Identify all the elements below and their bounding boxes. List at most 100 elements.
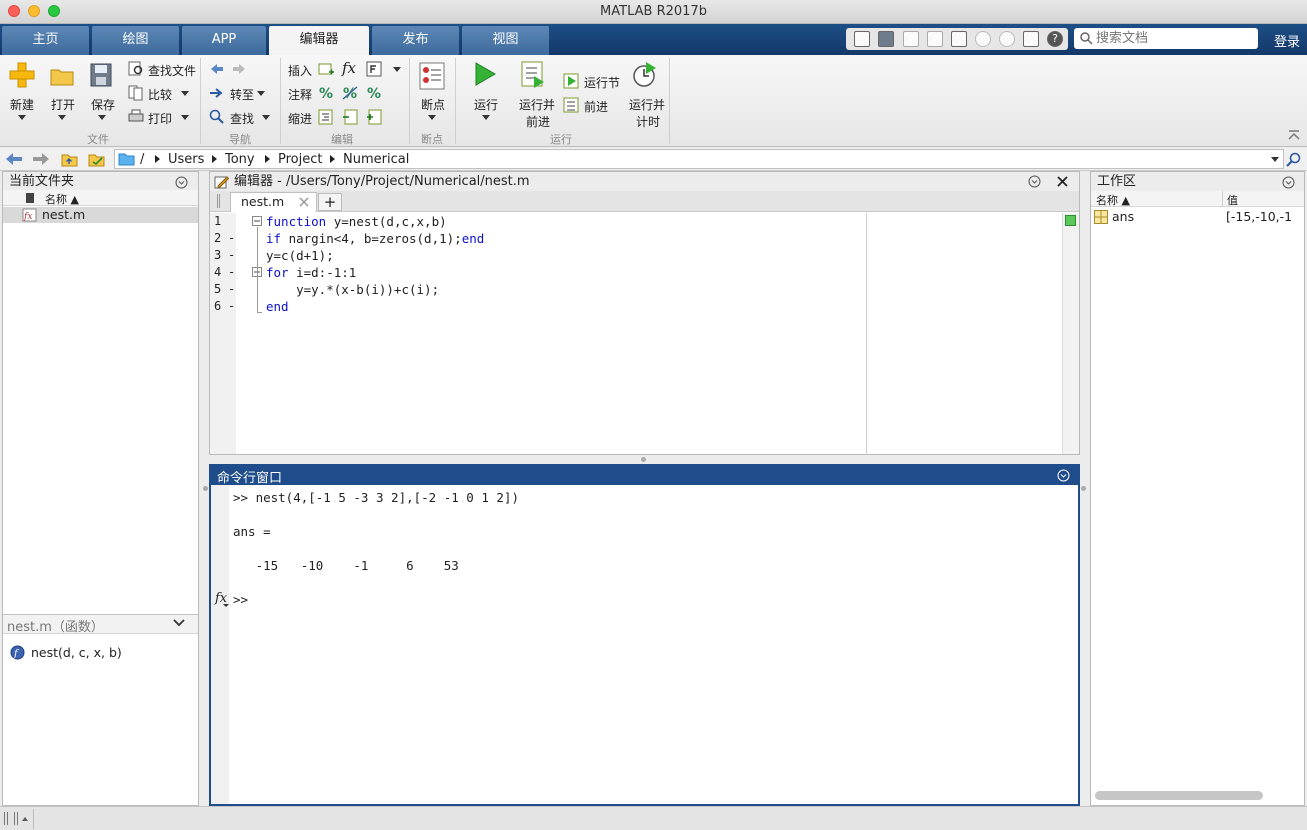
code-line[interactable]: y=c(d+1); bbox=[266, 248, 334, 263]
breakpoint-marker[interactable]: - bbox=[228, 248, 235, 262]
chevron-down-icon[interactable] bbox=[18, 115, 26, 120]
breakpoint-marker[interactable]: - bbox=[228, 265, 235, 279]
compare-button[interactable]: 比较 bbox=[148, 86, 172, 103]
code-line[interactable]: if nargin<4, b=zeros(d,1);end bbox=[266, 231, 484, 246]
splitter-handle-icon[interactable] bbox=[1081, 486, 1086, 491]
run-button[interactable]: 运行 bbox=[474, 96, 498, 113]
find-button[interactable]: 查找 bbox=[230, 110, 254, 127]
breakpoints-button[interactable]: 断点 bbox=[421, 96, 445, 113]
tab-apps[interactable]: APP bbox=[182, 26, 266, 55]
chevron-down-icon[interactable] bbox=[257, 91, 265, 96]
decrease-indent-icon[interactable] bbox=[342, 109, 358, 125]
save-button[interactable]: 保存 bbox=[91, 96, 115, 113]
tab-publish[interactable]: 发布 bbox=[372, 26, 459, 55]
tab-plots[interactable]: 绘图 bbox=[92, 26, 179, 55]
increase-indent-icon[interactable] bbox=[366, 109, 382, 125]
open-button[interactable]: 打开 bbox=[51, 96, 75, 113]
chevron-down-icon[interactable] bbox=[393, 67, 401, 72]
code-line[interactable]: y=y.*(x-b(i))+c(i); bbox=[266, 282, 439, 297]
breakpoint-marker[interactable]: - bbox=[228, 282, 235, 296]
layout-icon[interactable] bbox=[854, 31, 870, 47]
breadcrumb-users[interactable]: Users bbox=[168, 152, 204, 167]
smart-indent-icon[interactable] bbox=[318, 109, 334, 125]
comment-icon[interactable]: % bbox=[318, 85, 334, 101]
collapse-toolstrip-icon[interactable] bbox=[1288, 128, 1300, 140]
copy-icon[interactable] bbox=[927, 31, 943, 47]
insert-section-icon[interactable] bbox=[318, 61, 334, 77]
status-grip-icon[interactable] bbox=[4, 812, 18, 825]
panel-menu-icon[interactable] bbox=[1028, 175, 1041, 188]
breadcrumb-root[interactable]: / bbox=[140, 152, 144, 167]
login-link[interactable]: 登录 bbox=[1274, 31, 1300, 50]
breadcrumb-project[interactable]: Project bbox=[278, 152, 322, 167]
chevron-down-icon[interactable] bbox=[428, 115, 436, 120]
tab-editor[interactable]: 编辑器 bbox=[269, 26, 369, 55]
horizontal-scrollbar[interactable] bbox=[1095, 791, 1263, 800]
close-icon[interactable] bbox=[1057, 176, 1068, 187]
breadcrumb-tony[interactable]: Tony bbox=[225, 152, 255, 167]
chevron-up-icon[interactable] bbox=[22, 817, 28, 821]
tab-close-icon[interactable] bbox=[299, 197, 309, 207]
run-section-button[interactable]: 运行节 bbox=[584, 74, 620, 91]
redo-icon[interactable] bbox=[999, 31, 1015, 47]
panel-menu-icon[interactable] bbox=[175, 176, 188, 189]
forward-arrow-icon[interactable] bbox=[32, 152, 50, 166]
run-and-time-button[interactable]: 运行并 计时 bbox=[629, 96, 665, 130]
splitter-handle-icon[interactable] bbox=[641, 457, 646, 462]
chevron-down-icon[interactable] bbox=[223, 604, 229, 607]
breakpoint-marker[interactable]: - bbox=[228, 299, 235, 313]
wrap-comments-icon[interactable]: % bbox=[366, 85, 382, 101]
chevron-down-icon[interactable] bbox=[173, 619, 185, 628]
search-folder-icon[interactable] bbox=[1286, 152, 1301, 167]
code-line[interactable]: for i=d:-1:1 bbox=[266, 265, 356, 280]
up-folder-icon[interactable] bbox=[61, 152, 78, 167]
help-icon[interactable]: ? bbox=[1047, 31, 1063, 47]
goto-button[interactable]: 转至 bbox=[230, 86, 254, 103]
search-input[interactable]: 搜索文档 bbox=[1074, 28, 1258, 49]
function-browser-icon[interactable] bbox=[366, 61, 382, 77]
new-icon bbox=[9, 62, 35, 88]
tab-home[interactable]: 主页 bbox=[2, 26, 89, 55]
fold-icon[interactable] bbox=[252, 216, 262, 226]
forward-arrow-icon[interactable] bbox=[231, 61, 247, 77]
column-divider[interactable] bbox=[1222, 191, 1223, 207]
print-button[interactable]: 打印 bbox=[148, 110, 172, 127]
chevron-down-icon[interactable] bbox=[98, 115, 106, 120]
path-dropdown-icon[interactable] bbox=[1271, 157, 1279, 162]
chevron-down-icon[interactable] bbox=[181, 115, 189, 120]
value-column-header[interactable]: 值 bbox=[1227, 192, 1238, 208]
variable-value[interactable]: [-15,-10,-1 bbox=[1226, 209, 1304, 224]
new-button[interactable]: 新建 bbox=[10, 96, 34, 113]
uncomment-icon[interactable]: % bbox=[342, 85, 358, 101]
code-line[interactable]: function y=nest(d,c,x,b) bbox=[266, 214, 447, 229]
back-arrow-icon[interactable] bbox=[209, 61, 225, 77]
splitter-handle-icon[interactable] bbox=[203, 486, 208, 491]
browse-folder-icon[interactable] bbox=[88, 152, 106, 167]
new-tab-button[interactable]: + bbox=[318, 193, 342, 211]
panel-menu-icon[interactable] bbox=[1282, 176, 1295, 189]
name-column-label[interactable]: 名称 ▲ bbox=[45, 191, 79, 207]
insert-function-icon[interactable]: fx bbox=[342, 59, 356, 77]
chevron-down-icon[interactable] bbox=[58, 115, 66, 120]
variable-name[interactable]: ans bbox=[1112, 209, 1134, 224]
tab-view[interactable]: 视图 bbox=[462, 26, 549, 55]
cut-icon[interactable] bbox=[903, 31, 919, 47]
paste-icon[interactable] bbox=[951, 31, 967, 47]
save-icon[interactable] bbox=[878, 31, 894, 47]
chevron-down-icon[interactable] bbox=[482, 115, 490, 120]
name-column-header[interactable]: 名称 ▲ bbox=[1096, 192, 1130, 208]
advance-button[interactable]: 前进 bbox=[584, 98, 608, 115]
breakpoint-marker[interactable]: - bbox=[228, 231, 235, 245]
code-line[interactable]: end bbox=[266, 299, 289, 314]
breadcrumb-numerical[interactable]: Numerical bbox=[343, 152, 409, 167]
run-and-advance-button[interactable]: 运行并 前进 bbox=[519, 96, 555, 130]
chevron-down-icon[interactable] bbox=[262, 115, 270, 120]
undo-icon[interactable] bbox=[975, 31, 991, 47]
code-analyzer-bar[interactable] bbox=[1062, 213, 1079, 454]
switch-windows-icon[interactable] bbox=[1023, 31, 1039, 47]
code-status-indicator[interactable] bbox=[1065, 215, 1076, 226]
back-arrow-icon[interactable] bbox=[5, 152, 23, 166]
panel-menu-icon[interactable] bbox=[1057, 469, 1070, 482]
chevron-down-icon[interactable] bbox=[181, 91, 189, 96]
find-files-button[interactable]: 查找文件 bbox=[148, 62, 196, 79]
